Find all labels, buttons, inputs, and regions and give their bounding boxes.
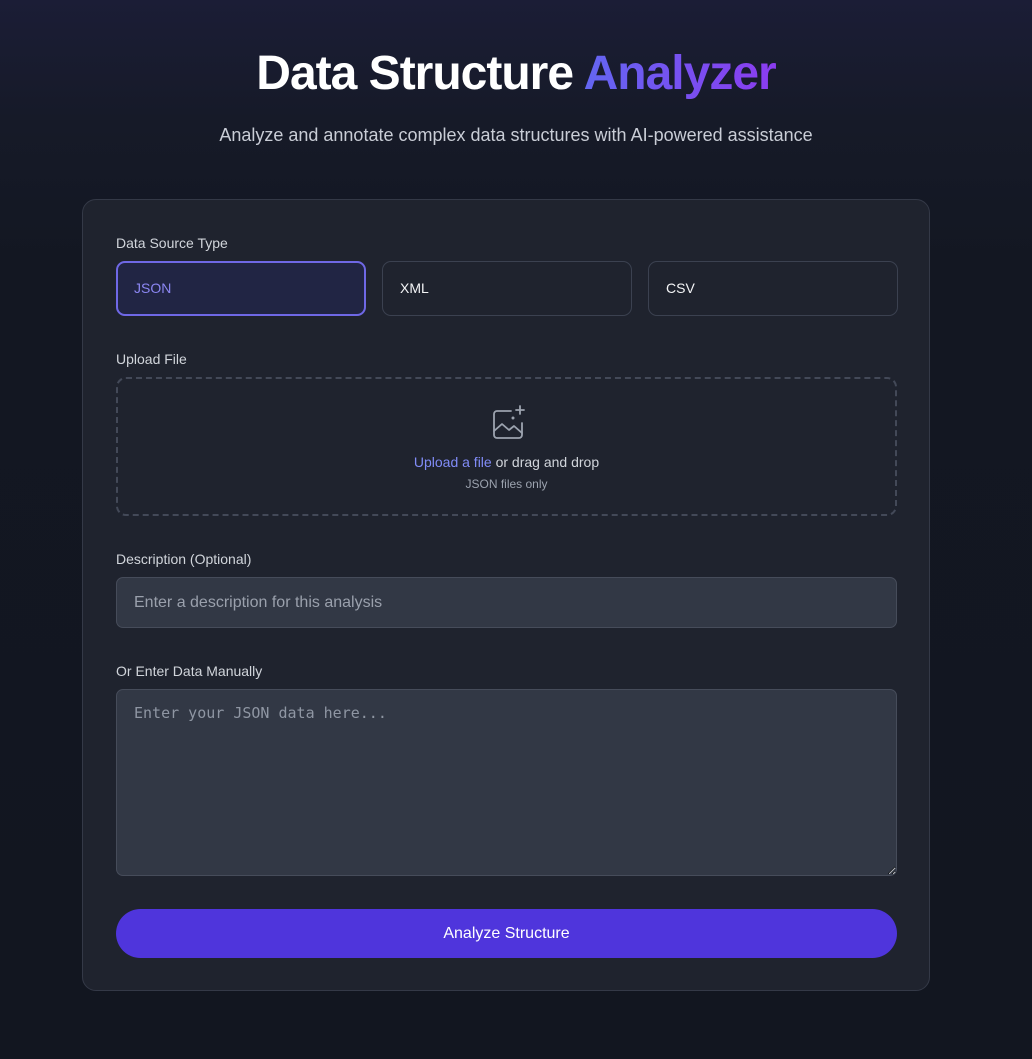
title-main: Data Structure	[256, 47, 584, 100]
source-type-label: Data Source Type	[116, 235, 228, 251]
source-type-csv-button[interactable]: CSV	[648, 261, 898, 316]
manual-data-label: Or Enter Data Manually	[116, 663, 263, 679]
description-input[interactable]	[116, 577, 897, 628]
source-type-xml-button[interactable]: XML	[382, 261, 632, 316]
manual-data-textarea[interactable]	[116, 689, 897, 876]
upload-drag-text: or drag and drop	[491, 454, 600, 470]
upload-instructions: Upload a file or drag and drop	[118, 453, 895, 471]
source-type-json-button[interactable]: JSON	[116, 261, 366, 316]
description-label: Description (Optional)	[116, 551, 252, 567]
upload-hint: JSON files only	[465, 477, 548, 491]
analyze-structure-button[interactable]: Analyze Structure	[116, 909, 897, 958]
title-accent: Analyzer	[583, 47, 777, 100]
page-subtitle: Analyze and annotate complex data struct…	[219, 125, 813, 145]
file-dropzone[interactable]: Upload a file or drag and drop JSON file…	[116, 377, 897, 516]
upload-file-label: Upload File	[116, 351, 187, 367]
upload-file-link[interactable]: Upload a file	[414, 454, 492, 470]
image-plus-icon	[493, 405, 525, 439]
page-title: Data Structure Analyzer	[0, 44, 1032, 104]
analyzer-form-card: Data Source Type JSON XML CSV Upload Fil…	[82, 199, 930, 991]
